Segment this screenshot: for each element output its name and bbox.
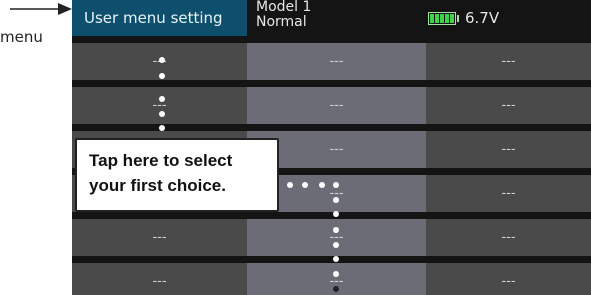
menu-slot-1-1[interactable]: --- (72, 43, 247, 80)
menu-slot-6-1[interactable]: --- (72, 263, 247, 295)
menu-slot-5-1[interactable]: --- (72, 219, 247, 256)
battery-voltage: 6.7V (465, 9, 500, 27)
model-name: Model 1 (256, 0, 312, 15)
status-header: User menu setting Model 1 Normal 6.7V (72, 0, 591, 36)
menu-slot-2-2[interactable]: --- (247, 87, 426, 124)
callout-line-2: your first choice. (89, 176, 226, 195)
menu-slot-6-2[interactable]: --- (247, 263, 426, 295)
model-info: Model 1 Normal (256, 0, 311, 30)
menu-slot-5-3[interactable]: --- (426, 219, 591, 256)
menu-row: --- --- --- (72, 87, 591, 124)
menu-slot-5-2[interactable]: --- (247, 219, 426, 256)
menu-slot-4-3[interactable]: --- (426, 175, 591, 212)
battery-icon (428, 11, 456, 25)
battery-indicator: 6.7V (428, 9, 499, 27)
menu-slot-2-3[interactable]: --- (426, 87, 591, 124)
menu-title-button[interactable]: User menu setting (72, 0, 247, 36)
menu-row: --- --- --- (72, 219, 591, 256)
menu-annotation-label: menu (0, 28, 43, 46)
callout-line-1: Tap here to select (89, 151, 233, 170)
instruction-callout: Tap here to select your first choice. (75, 138, 279, 212)
condition-name: Normal (256, 14, 307, 30)
menu-slot-2-1[interactable]: --- (72, 87, 247, 124)
menu-slot-1-2[interactable]: --- (247, 43, 426, 80)
arrow-right-icon (10, 3, 72, 15)
menu-slot-6-3[interactable]: --- (426, 263, 591, 295)
menu-slot-1-3[interactable]: --- (426, 43, 591, 80)
menu-row: --- --- --- (72, 43, 591, 80)
menu-row: --- --- --- (72, 263, 591, 295)
menu-slot-3-3[interactable]: --- (426, 131, 591, 168)
